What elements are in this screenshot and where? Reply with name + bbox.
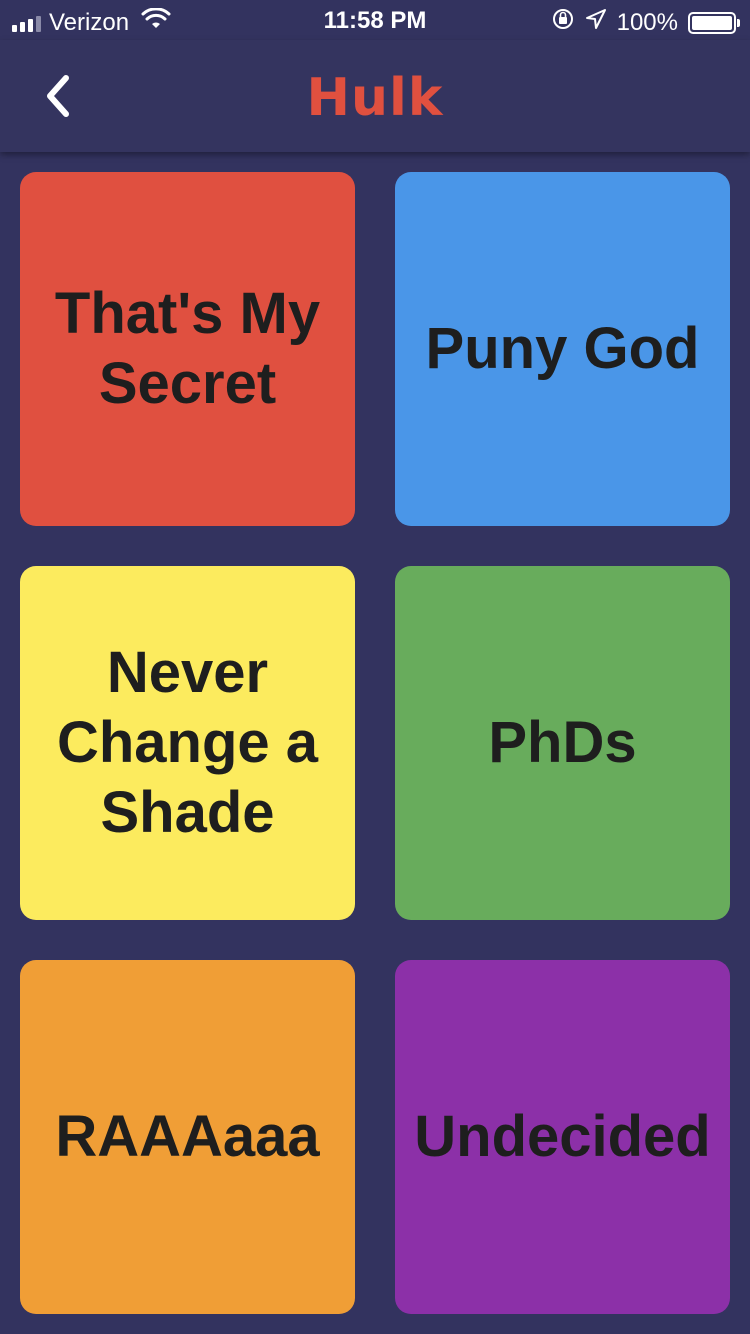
location-icon bbox=[585, 8, 607, 37]
tile-raaaaaa[interactable]: RAAAaaa bbox=[20, 960, 355, 1314]
tile-never-change-a-shade[interactable]: Never Change a Shade bbox=[20, 566, 355, 920]
status-right: 100% bbox=[551, 7, 740, 38]
tile-label: Puny God bbox=[425, 316, 700, 381]
battery-percent: 100% bbox=[616, 8, 678, 36]
tile-label: RAAAaaa bbox=[55, 1104, 320, 1169]
page-title: Hulk bbox=[306, 68, 444, 128]
tile-puny-god[interactable]: Puny God bbox=[395, 172, 730, 526]
tile-label: PhDs bbox=[488, 710, 637, 775]
tile-label: Never Change a Shade bbox=[56, 640, 319, 845]
tile-grid: That's My Secret Puny God Never Change a… bbox=[20, 172, 730, 1314]
battery-icon bbox=[688, 11, 740, 34]
tile-undecided[interactable]: Undecided bbox=[395, 960, 730, 1314]
orientation-lock-icon bbox=[551, 7, 575, 38]
tile-label: Undecided bbox=[414, 1104, 711, 1169]
status-bar: Verizon 11:58 PM 100% bbox=[0, 0, 750, 40]
tile-phds[interactable]: PhDs bbox=[395, 566, 730, 920]
tile-label: That's My Secret bbox=[54, 281, 321, 416]
tile-thats-my-secret[interactable]: That's My Secret bbox=[20, 172, 355, 526]
nav-bar: Hulk bbox=[0, 40, 750, 152]
